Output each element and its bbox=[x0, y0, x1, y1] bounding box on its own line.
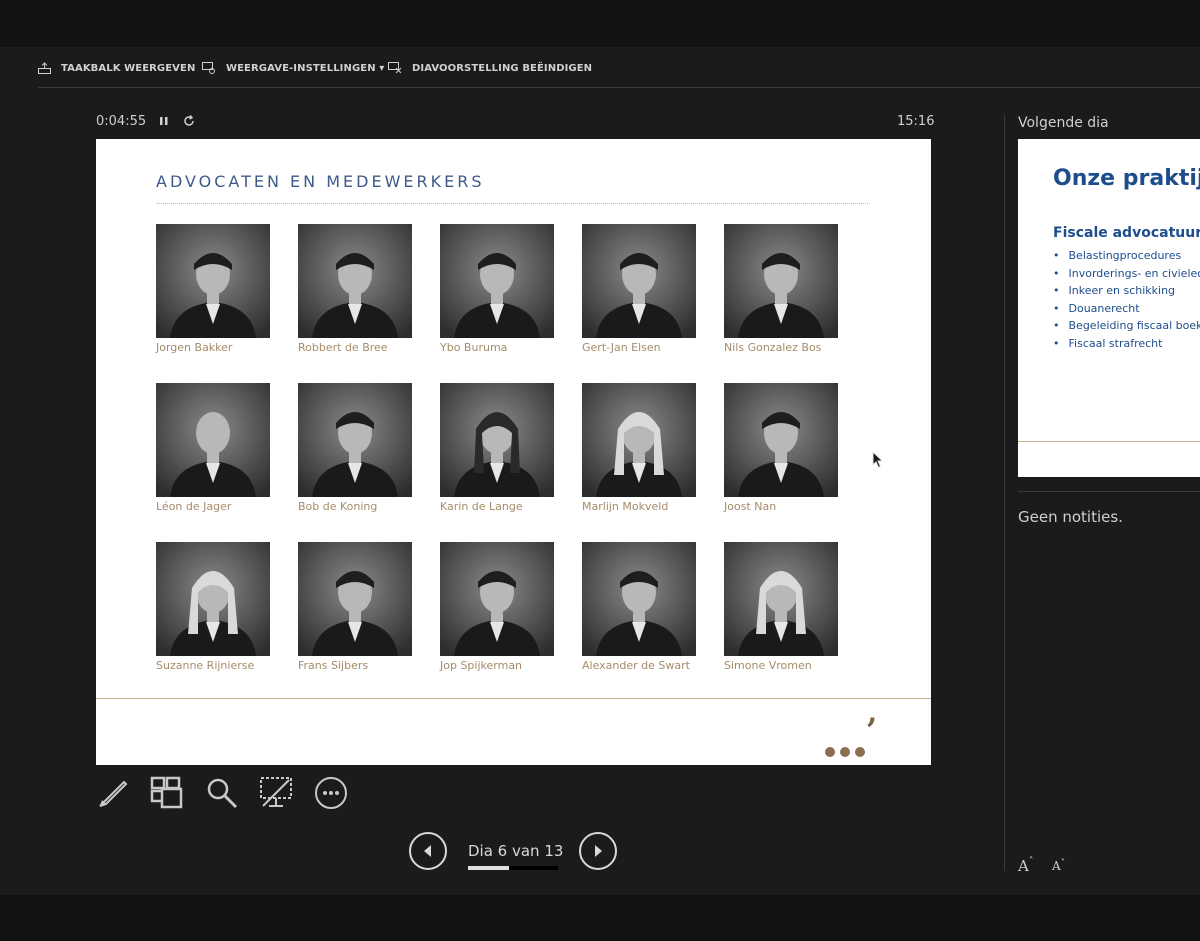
next-slide-label: Volgende dia bbox=[1018, 115, 1109, 131]
next-slide-title: Onze praktijk bbox=[1053, 166, 1200, 191]
display-settings-button[interactable]: WEERGAVE-INSTELLINGEN ▾ bbox=[202, 60, 384, 76]
all-slides-icon[interactable] bbox=[150, 776, 184, 810]
person-card: Frans Sijbers bbox=[298, 542, 412, 672]
person-card: Robbert de Bree bbox=[298, 224, 412, 354]
next-slide-subtitle: Fiscale advocatuur bbox=[1053, 225, 1200, 241]
pause-icon[interactable] bbox=[156, 113, 172, 129]
title-divider bbox=[156, 203, 870, 204]
end-slideshow-button[interactable]: DIAVOORSTELLING BEËINDIGEN bbox=[388, 60, 592, 76]
black-screen-icon[interactable] bbox=[259, 776, 293, 810]
mouse-cursor-icon bbox=[872, 451, 884, 469]
next-slide-list-item: Fiscaal strafrecht bbox=[1053, 335, 1200, 353]
logo-comma: , bbox=[867, 695, 878, 730]
increase-font-label: A bbox=[1018, 857, 1029, 875]
next-slide-footer-line bbox=[1018, 441, 1200, 442]
person-card: Suzanne Rijnierse bbox=[156, 542, 270, 672]
person-card: Bob de Koning bbox=[298, 383, 412, 513]
pen-icon[interactable] bbox=[96, 776, 130, 810]
next-slide-list-item: Invorderings- en civielechtelijke bbox=[1053, 265, 1200, 283]
bottom-bar bbox=[0, 895, 1200, 941]
person-name: Jorgen Bakker bbox=[156, 341, 233, 354]
slide-progress-bar bbox=[468, 866, 558, 870]
person-name: Nils Gonzalez Bos bbox=[724, 341, 822, 354]
display-settings-icon bbox=[202, 62, 215, 74]
person-name: Simone Vromen bbox=[724, 659, 812, 672]
next-slide-list-item: Belastingprocedures bbox=[1053, 247, 1200, 265]
person-card: Jop Spijkerman bbox=[440, 542, 554, 672]
current-slide[interactable]: ADVOCATEN EN MEDEWERKERS Jorgen Bakker Ro… bbox=[96, 139, 931, 765]
person-card: Jorgen Bakker bbox=[156, 224, 270, 354]
person-card: Simone Vromen bbox=[724, 542, 838, 672]
person-photo bbox=[298, 224, 412, 338]
person-card: Léon de Jager bbox=[156, 383, 270, 513]
panel-divider bbox=[1004, 115, 1005, 871]
person-name: Léon de Jager bbox=[156, 500, 232, 513]
increase-font-button[interactable]: A˄ bbox=[1018, 857, 1033, 875]
show-taskbar-label: TAAKBALK WEERGEVEN bbox=[61, 62, 196, 74]
person-name: Joost Nan bbox=[724, 500, 777, 513]
decrease-font-button[interactable]: A˅ bbox=[1052, 859, 1065, 873]
person-name: Suzanne Rijnierse bbox=[156, 659, 255, 672]
next-slide-preview[interactable]: Onze praktijk Fiscale advocatuur Belasti… bbox=[1018, 139, 1200, 477]
next-slide-button[interactable] bbox=[579, 832, 617, 870]
person-photo bbox=[156, 224, 270, 338]
presenter-toolbar: TAAKBALK WEERGEVEN WEERGAVE-INSTELLINGEN… bbox=[38, 47, 1200, 88]
zoom-icon[interactable] bbox=[205, 776, 239, 810]
person-card: Nils Gonzalez Bos bbox=[724, 224, 838, 354]
slide-counter: Dia 6 van 13 bbox=[468, 842, 564, 860]
notes-separator bbox=[1018, 491, 1200, 492]
person-photo bbox=[724, 383, 838, 497]
person-photo bbox=[156, 542, 270, 656]
chevron-left-icon bbox=[424, 845, 431, 857]
person-photo bbox=[440, 224, 554, 338]
show-taskbar-button[interactable]: TAAKBALK WEERGEVEN bbox=[38, 60, 195, 76]
elapsed-timer: 0:04:55 bbox=[96, 114, 147, 129]
next-slide-list-item: Douanerecht bbox=[1053, 300, 1200, 318]
person-photo bbox=[582, 383, 696, 497]
person-name: Robbert de Bree bbox=[298, 341, 388, 354]
next-slide-list-item: Begeleiding fiscaal boekenonderzoek bbox=[1053, 317, 1200, 335]
decrease-font-label: A bbox=[1052, 859, 1061, 873]
person-name: Marlijn Mokveld bbox=[582, 500, 669, 513]
title-bar bbox=[0, 0, 1200, 47]
speaker-notes[interactable]: Geen notities. bbox=[1018, 508, 1123, 526]
person-photo bbox=[298, 542, 412, 656]
display-settings-label: WEERGAVE-INSTELLINGEN ▾ bbox=[226, 62, 385, 74]
person-card: Joost Nan bbox=[724, 383, 838, 513]
restart-icon[interactable] bbox=[181, 113, 197, 129]
person-photo bbox=[724, 542, 838, 656]
person-card: Karin de Lange bbox=[440, 383, 554, 513]
footer-line bbox=[96, 698, 931, 699]
person-name: Karin de Lange bbox=[440, 500, 523, 513]
person-photo bbox=[582, 542, 696, 656]
previous-slide-button[interactable] bbox=[409, 832, 447, 870]
slide-title: ADVOCATEN EN MEDEWERKERS bbox=[156, 172, 485, 191]
chevron-right-icon bbox=[595, 845, 602, 857]
end-slideshow-icon bbox=[388, 62, 402, 74]
person-name: Gert-Jan Elsen bbox=[582, 341, 661, 354]
logo-dots bbox=[825, 747, 865, 757]
person-card: Gert-Jan Elsen bbox=[582, 224, 696, 354]
person-card: Ybo Buruma bbox=[440, 224, 554, 354]
person-name: Bob de Koning bbox=[298, 500, 378, 513]
end-slideshow-label: DIAVOORSTELLING BEËINDIGEN bbox=[412, 62, 593, 74]
person-name: Ybo Buruma bbox=[440, 341, 508, 354]
clock: 15:16 bbox=[897, 114, 935, 129]
next-slide-list-item: Inkeer en schikking bbox=[1053, 282, 1200, 300]
person-photo bbox=[582, 224, 696, 338]
taskbar-icon bbox=[38, 62, 51, 74]
person-card: Alexander de Swart bbox=[582, 542, 696, 672]
person-photo bbox=[156, 383, 270, 497]
person-card: Marlijn Mokveld bbox=[582, 383, 696, 513]
more-options-icon[interactable] bbox=[314, 776, 348, 810]
person-name: Alexander de Swart bbox=[582, 659, 690, 672]
person-name: Jop Spijkerman bbox=[440, 659, 523, 672]
next-slide-list: BelastingproceduresInvorderings- en civi… bbox=[1053, 247, 1200, 352]
person-photo bbox=[724, 224, 838, 338]
person-photo bbox=[298, 383, 412, 497]
person-photo bbox=[440, 383, 554, 497]
person-photo bbox=[440, 542, 554, 656]
person-name: Frans Sijbers bbox=[298, 659, 369, 672]
